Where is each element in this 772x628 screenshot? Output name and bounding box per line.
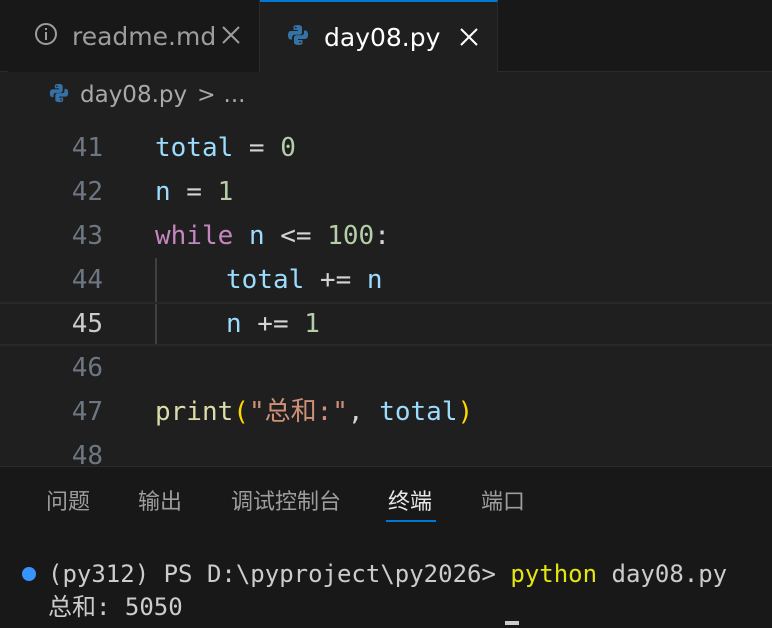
line-number: 47 <box>71 397 103 427</box>
command-status-dot-icon[interactable] <box>22 567 36 581</box>
breadcrumb-file[interactable]: day08.py <box>80 82 187 108</box>
line-number: 43 <box>71 221 103 251</box>
active-tab-indicator <box>386 520 436 522</box>
line-number: 42 <box>71 177 103 207</box>
code-line-current[interactable]: 45 n += 1 <box>0 302 772 346</box>
code-line[interactable]: 47 print("总和:", total) <box>0 390 772 434</box>
terminal-cursor <box>505 621 519 625</box>
code-text: print("总和:", total) <box>155 397 474 427</box>
code-line[interactable]: 43 while n <= 100: <box>0 214 772 258</box>
editor-tab-bar: readme.md day08.py <box>0 0 772 72</box>
close-icon[interactable] <box>458 26 480 48</box>
terminal-output: 总和: 5050 <box>48 593 183 621</box>
bottom-panel: 问题 输出 调试控制台 终端 端口 (py312) PS D:\pyprojec… <box>0 466 772 628</box>
breadcrumb: day08.py > ... <box>0 72 772 118</box>
line-number: 44 <box>71 265 103 295</box>
tab-readme[interactable]: readme.md <box>8 0 260 72</box>
line-number: 41 <box>71 133 103 163</box>
python-icon <box>286 23 310 51</box>
code-line[interactable]: 48 <box>0 434 772 466</box>
code-text: total += n <box>226 265 383 295</box>
panel-tab-problems[interactable]: 问题 <box>46 487 90 519</box>
code-editor[interactable]: 41 total = 0 42 n = 1 43 while n <= 100:… <box>0 118 772 466</box>
code-text: n += 1 <box>226 309 320 339</box>
tab-day08[interactable]: day08.py <box>260 0 498 72</box>
terminal-prompt: (py312) PS D:\pyproject\py2026> <box>48 560 511 588</box>
panel-tab-output[interactable]: 输出 <box>138 487 182 519</box>
python-icon <box>48 82 70 108</box>
line-number: 45 <box>71 309 103 339</box>
code-text: total = 0 <box>155 133 296 163</box>
chevron-right-icon: > <box>197 82 216 108</box>
panel-tab-debug-console[interactable]: 调试控制台 <box>231 487 341 519</box>
tab-label: day08.py <box>324 22 441 52</box>
breadcrumb-symbols[interactable]: ... <box>224 82 246 108</box>
info-icon <box>34 22 58 50</box>
panel-tab-terminal[interactable]: 终端 <box>388 487 432 519</box>
terminal-command-line: (py312) PS D:\pyproject\py2026> python d… <box>48 558 727 590</box>
code-line[interactable]: 41 total = 0 <box>0 126 772 170</box>
tab-label: readme.md <box>72 21 217 51</box>
code-text: n = 1 <box>155 177 234 207</box>
panel-tab-ports[interactable]: 端口 <box>481 487 525 519</box>
terminal-command: python <box>510 560 598 588</box>
line-number: 46 <box>71 353 103 383</box>
terminal-argument: day08.py <box>597 560 728 588</box>
code-line[interactable]: 44 total += n <box>0 258 772 302</box>
code-text: while n <= 100: <box>155 221 390 251</box>
close-icon[interactable] <box>220 24 242 46</box>
code-line[interactable]: 42 n = 1 <box>0 170 772 214</box>
code-line[interactable]: 46 <box>0 346 772 390</box>
line-number: 48 <box>71 441 103 466</box>
